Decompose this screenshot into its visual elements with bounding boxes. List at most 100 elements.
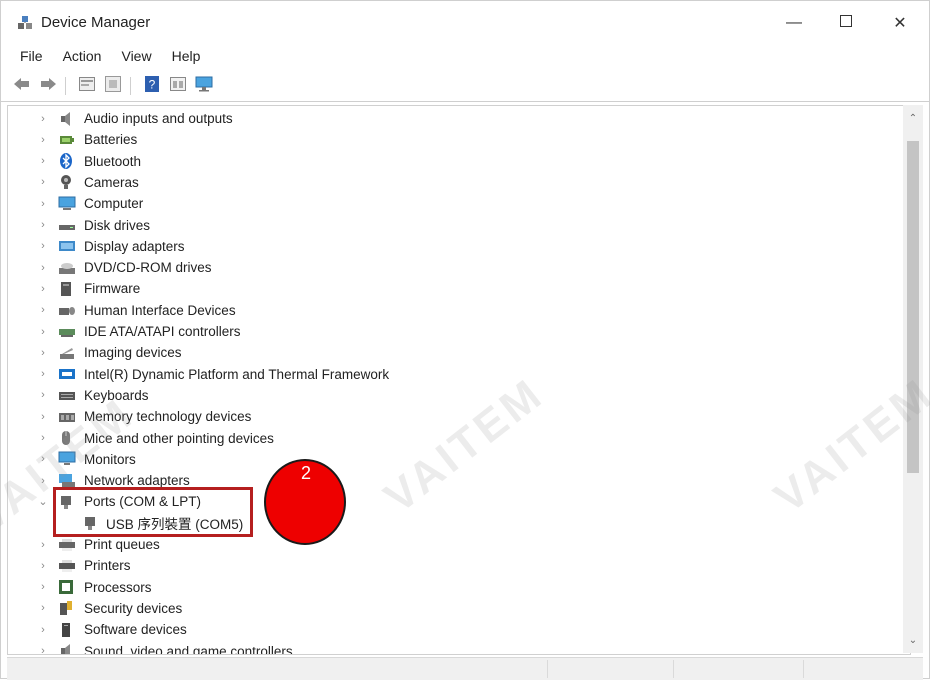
maximize-button[interactable] <box>823 7 869 39</box>
highlight-box <box>53 487 253 537</box>
tree-category[interactable]: › Mice and other pointing devices <box>8 428 888 449</box>
tree-category[interactable]: › Audio inputs and outputs <box>8 108 888 129</box>
tree-category[interactable]: › Keyboards <box>8 385 888 406</box>
scrollbar-thumb[interactable] <box>907 141 919 473</box>
imaging-icon <box>58 345 76 361</box>
chevron-right-icon[interactable]: › <box>38 560 48 572</box>
chevron-right-icon[interactable]: › <box>38 134 48 146</box>
chevron-down-icon: ⌄ <box>908 634 918 646</box>
chevron-right-icon[interactable]: › <box>38 347 48 359</box>
chevron-right-icon[interactable]: › <box>38 198 48 210</box>
tree-category[interactable]: › Human Interface Devices <box>8 300 888 321</box>
tree-category[interactable]: › Firmware <box>8 278 888 299</box>
tree-category[interactable]: › Display adapters <box>8 236 888 257</box>
tree-category[interactable]: › Memory technology devices <box>8 406 888 427</box>
scroll-up-button[interactable]: ⌃ <box>903 109 923 127</box>
chevron-right-icon[interactable]: › <box>38 411 48 423</box>
tree-category[interactable]: › Software devices <box>8 619 888 640</box>
chevron-right-icon[interactable]: › <box>38 368 48 380</box>
tree-category[interactable]: › Imaging devices <box>8 342 888 363</box>
chevron-right-icon[interactable]: › <box>38 389 48 401</box>
back-button[interactable] <box>11 75 33 97</box>
chevron-right-icon[interactable]: › <box>38 645 48 654</box>
tree-category[interactable]: › Disk drives <box>8 215 888 236</box>
tree-item-label: DVD/CD-ROM drives <box>84 260 212 276</box>
chevron-right-icon[interactable]: › <box>38 453 48 465</box>
properties-button[interactable] <box>76 75 98 97</box>
chevron-down-icon[interactable]: ⌄ <box>38 495 48 508</box>
tree-item-label: Monitors <box>84 451 136 467</box>
scroll-down-button[interactable]: ⌄ <box>903 631 923 649</box>
view-button[interactable] <box>167 75 189 97</box>
tree-category[interactable]: › Monitors <box>8 449 888 470</box>
tree-category[interactable]: › Cameras <box>8 172 888 193</box>
tree-item-label: IDE ATA/ATAPI controllers <box>84 324 241 339</box>
menu-action[interactable]: Action <box>54 45 111 69</box>
chevron-right-icon[interactable]: › <box>38 283 48 295</box>
step-badge: 2 <box>264 459 346 545</box>
device-manager-icon <box>17 15 33 31</box>
tree-item-label: Sound, video and game controllers <box>84 643 293 655</box>
chevron-right-icon[interactable]: › <box>38 539 48 551</box>
back-icon <box>14 77 30 95</box>
tree-item-label: Print queues <box>84 537 160 552</box>
scan-hardware-button[interactable] <box>193 75 215 97</box>
maximize-icon <box>840 14 852 32</box>
menu-file[interactable]: File <box>11 45 52 69</box>
processor-icon <box>58 579 76 595</box>
tree-category[interactable]: › Security devices <box>8 598 888 619</box>
chevron-right-icon[interactable]: › <box>38 326 48 338</box>
chevron-right-icon[interactable]: › <box>38 240 48 252</box>
tree-category[interactable]: › Printers <box>8 555 888 576</box>
vertical-scrollbar[interactable]: ⌃ ⌄ <box>903 105 923 653</box>
tree-item-label: Imaging devices <box>84 345 182 361</box>
memory-icon <box>58 409 76 425</box>
chevron-right-icon[interactable]: › <box>38 602 48 614</box>
menu-bar: File Action View Help <box>1 45 929 69</box>
tree-category[interactable]: › Bluetooth <box>8 151 888 172</box>
chevron-right-icon[interactable]: › <box>38 219 48 231</box>
tree-category[interactable]: › Intel(R) Dynamic Platform and Thermal F… <box>8 364 888 385</box>
chevron-right-icon[interactable]: › <box>38 113 48 125</box>
menu-view[interactable]: View <box>112 45 160 69</box>
close-button[interactable]: ✕ <box>877 7 923 39</box>
chevron-right-icon[interactable]: › <box>38 176 48 188</box>
chevron-right-icon[interactable]: › <box>38 475 48 487</box>
title-bar[interactable]: Device Manager — ✕ <box>1 1 929 43</box>
tree-item-label: Software devices <box>84 622 187 638</box>
tree-item-label: Firmware <box>84 281 141 297</box>
minimize-button[interactable]: — <box>771 7 817 39</box>
security-icon <box>58 600 76 616</box>
forward-button[interactable] <box>37 75 59 97</box>
tree-item-label: Network adapters <box>84 473 190 489</box>
tree-item-label: Intel(R) Dynamic Platform and Thermal Fr… <box>84 366 390 382</box>
chevron-up-icon: ⌃ <box>908 112 918 124</box>
tree-category[interactable]: › Processors <box>8 577 888 598</box>
toolbar-divider <box>65 77 66 95</box>
chevron-right-icon[interactable]: › <box>38 432 48 444</box>
help-button[interactable]: ? <box>141 75 163 97</box>
chevron-right-icon[interactable]: › <box>38 262 48 274</box>
tree-category[interactable]: › Computer <box>8 193 888 214</box>
firmware-icon <box>58 281 76 297</box>
tree-item-label: Computer <box>84 196 144 212</box>
dvd-icon <box>58 260 76 276</box>
print-queue-icon <box>58 537 76 553</box>
tree-category[interactable]: › IDE ATA/ATAPI controllers <box>8 321 888 342</box>
device-tree[interactable]: › Audio inputs and outputs › Batteries › Blue… <box>7 105 911 655</box>
chevron-right-icon[interactable]: › <box>38 624 48 636</box>
chevron-right-icon[interactable]: › <box>38 155 48 167</box>
update-driver-icon <box>105 75 121 97</box>
toolbar-divider <box>130 77 131 95</box>
update-driver-button[interactable] <box>102 75 124 97</box>
speaker-icon <box>58 111 76 127</box>
chevron-right-icon[interactable]: › <box>38 581 48 593</box>
menu-help[interactable]: Help <box>163 45 210 69</box>
tree-category[interactable]: › Batteries <box>8 129 888 150</box>
tree-category[interactable]: › Sound, video and game controllers <box>8 641 888 655</box>
chevron-right-icon[interactable]: › <box>38 304 48 316</box>
minimize-icon: — <box>786 14 802 31</box>
tree-category[interactable]: › DVD/CD-ROM drives <box>8 257 888 278</box>
printer-icon <box>58 558 76 574</box>
tree-category[interactable]: › Print queues <box>8 534 888 555</box>
